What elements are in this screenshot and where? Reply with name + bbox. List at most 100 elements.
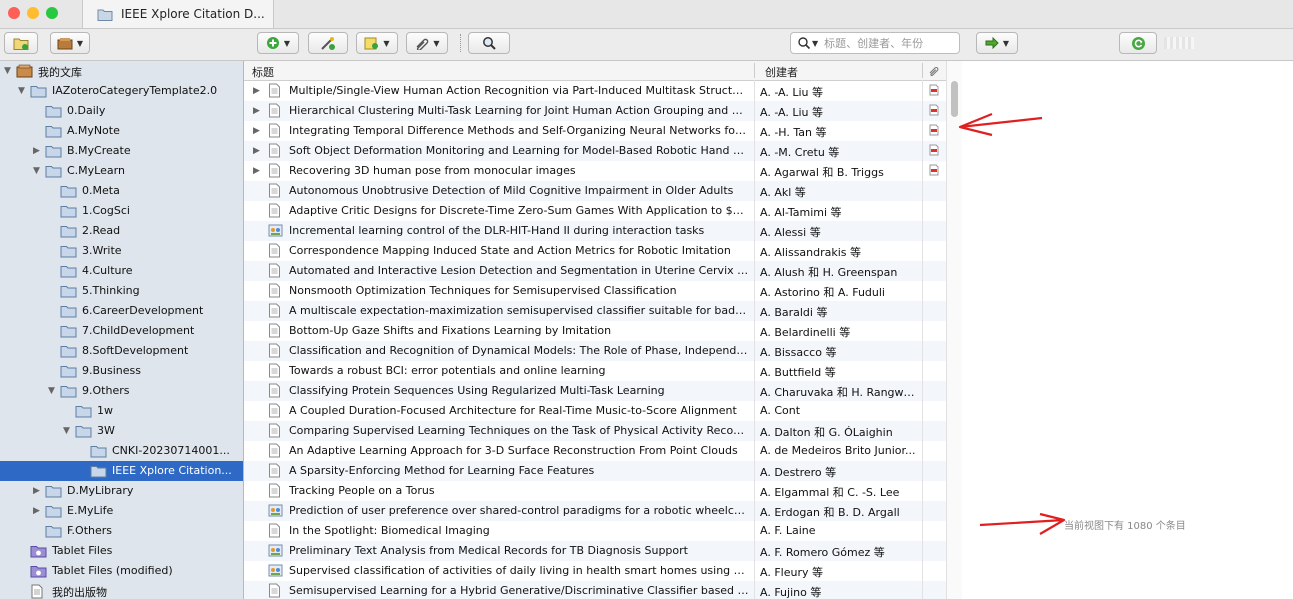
pdf-icon[interactable]: [929, 104, 939, 119]
minimize-window-button[interactable]: [27, 7, 39, 19]
table-row[interactable]: A Coupled Duration-Focused Architecture …: [244, 401, 946, 421]
table-row[interactable]: Adaptive Critic Designs for Discrete-Tim…: [244, 201, 946, 221]
add-by-identifier-button[interactable]: [308, 32, 348, 54]
zoom-window-button[interactable]: [46, 7, 58, 19]
collection-label: B.MyCreate: [67, 144, 131, 157]
pdf-icon[interactable]: [929, 164, 939, 179]
table-row[interactable]: A multiscale expectation-maximization se…: [244, 301, 946, 321]
items-pane: 标题 创建者 ▶ Multiple/Single-View Human Actio…: [244, 61, 946, 599]
expand-twisty-icon[interactable]: ▶: [253, 166, 260, 176]
collection-item[interactable]: 8.SoftDevelopment: [0, 341, 243, 361]
add-attachment-button[interactable]: ▼: [406, 32, 448, 54]
table-row[interactable]: Classifying Protein Sequences Using Regu…: [244, 381, 946, 401]
table-row[interactable]: Semisupervised Learning for a Hybrid Gen…: [244, 581, 946, 599]
attachment-column-icon[interactable]: [928, 65, 939, 76]
table-row[interactable]: Prediction of user preference over share…: [244, 501, 946, 521]
collection-item[interactable]: Tablet Files (modified): [0, 561, 243, 581]
collection-item[interactable]: 7.ChildDevelopment: [0, 321, 243, 341]
collection-item[interactable]: CNKI-20230714001...: [0, 441, 243, 461]
table-row[interactable]: Nonsmooth Optimization Techniques for Se…: [244, 281, 946, 301]
table-row[interactable]: ▶ Multiple/Single-View Human Action Recog…: [244, 81, 946, 101]
new-item-button[interactable]: ▼: [257, 32, 299, 54]
expand-twisty-icon[interactable]: ▶: [253, 126, 260, 136]
new-collection-button[interactable]: [4, 32, 38, 54]
collection-item[interactable]: ▼ 9.Others: [0, 381, 243, 401]
items-scrollbar[interactable]: [946, 61, 963, 599]
collection-item[interactable]: 6.CareerDevelopment: [0, 301, 243, 321]
expand-twisty-icon[interactable]: ▶: [253, 146, 260, 156]
collapse-twisty-icon[interactable]: ▼: [18, 86, 25, 96]
table-row[interactable]: Comparing Supervised Learning Techniques…: [244, 421, 946, 441]
item-creator: A. Buttfield 等: [760, 366, 836, 379]
collection-item[interactable]: 0.Meta: [0, 181, 243, 201]
new-note-button[interactable]: ▼: [356, 32, 398, 54]
scrollbar-thumb[interactable]: [951, 81, 958, 117]
table-row[interactable]: Incremental learning control of the DLR-…: [244, 221, 946, 241]
table-row[interactable]: Correspondence Mapping Induced State and…: [244, 241, 946, 261]
collection-item[interactable]: 2.Read: [0, 221, 243, 241]
expand-twisty-icon[interactable]: ▶: [33, 146, 40, 156]
collection-item[interactable]: ▼ 我的文库: [0, 61, 243, 81]
table-row[interactable]: Bottom-Up Gaze Shifts and Fixations Lear…: [244, 321, 946, 341]
table-row[interactable]: Tracking People on a Torus A. Elgammal 和 …: [244, 481, 946, 501]
collection-item[interactable]: F.Others: [0, 521, 243, 541]
table-row[interactable]: In the Spotlight: Biomedical Imaging A. F…: [244, 521, 946, 541]
item-creator: A. Alissandrakis 等: [760, 246, 862, 259]
column-header-title[interactable]: 标题: [252, 64, 274, 80]
table-row[interactable]: Automated and Interactive Lesion Detecti…: [244, 261, 946, 281]
table-row[interactable]: ▶ Recovering 3D human pose from monocular…: [244, 161, 946, 181]
collection-item[interactable]: 9.Business: [0, 361, 243, 381]
collection-item[interactable]: 5.Thinking: [0, 281, 243, 301]
conference-paper-icon: [268, 543, 283, 561]
locate-button[interactable]: ▼: [976, 32, 1018, 54]
table-row[interactable]: Preliminary Text Analysis from Medical R…: [244, 541, 946, 561]
table-row[interactable]: ▶ Integrating Temporal Difference Methods…: [244, 121, 946, 141]
collection-item[interactable]: 1w: [0, 401, 243, 421]
collection-item[interactable]: 1.CogSci: [0, 201, 243, 221]
collection-item[interactable]: A.MyNote: [0, 121, 243, 141]
collection-item[interactable]: 0.Daily: [0, 101, 243, 121]
table-row[interactable]: Classification and Recognition of Dynami…: [244, 341, 946, 361]
pdf-icon[interactable]: [929, 124, 939, 139]
close-window-button[interactable]: [8, 7, 20, 19]
table-row[interactable]: An Adaptive Learning Approach for 3-D Su…: [244, 441, 946, 461]
collection-item[interactable]: ▶ E.MyLife: [0, 501, 243, 521]
expand-twisty-icon[interactable]: ▶: [33, 506, 40, 516]
pdf-icon[interactable]: [929, 84, 939, 99]
search-input[interactable]: [822, 35, 947, 51]
expand-twisty-icon[interactable]: ▶: [253, 106, 260, 116]
table-row[interactable]: ▶ Hierarchical Clustering Multi-Task Lear…: [244, 101, 946, 121]
search-field[interactable]: ▼: [790, 32, 960, 54]
collection-item[interactable]: 我的出版物: [0, 581, 243, 599]
collection-item[interactable]: Tablet Files: [0, 541, 243, 561]
collapse-twisty-icon[interactable]: ▼: [33, 166, 40, 176]
column-separator[interactable]: [922, 63, 923, 78]
table-row[interactable]: Supervised classification of activities …: [244, 561, 946, 581]
collapse-twisty-icon[interactable]: ▼: [63, 426, 70, 436]
tab-collection[interactable]: IEEE Xplore Citation D...: [82, 0, 274, 28]
collection-item[interactable]: ▼ 3W: [0, 421, 243, 441]
collection-item[interactable]: ▶ B.MyCreate: [0, 141, 243, 161]
expand-twisty-icon[interactable]: ▶: [33, 486, 40, 496]
collection-item[interactable]: ▼ C.MyLearn: [0, 161, 243, 181]
collapse-twisty-icon[interactable]: ▼: [48, 386, 55, 396]
collection-item[interactable]: 4.Culture: [0, 261, 243, 281]
sync-button[interactable]: [1119, 32, 1157, 54]
table-row[interactable]: Towards a robust BCI: error potentials a…: [244, 361, 946, 381]
column-header-creator[interactable]: 创建者: [765, 64, 798, 80]
collection-item[interactable]: ▼ IAZoteroCategeryTemplate2.0: [0, 81, 243, 101]
collection-item[interactable]: 3.Write: [0, 241, 243, 261]
table-row[interactable]: Autonomous Unobtrusive Detection of Mild…: [244, 181, 946, 201]
table-row[interactable]: A Sparsity-Enforcing Method for Learning…: [244, 461, 946, 481]
table-row[interactable]: ▶ Soft Object Deformation Monitoring and …: [244, 141, 946, 161]
collection-item[interactable]: ▶ D.MyLibrary: [0, 481, 243, 501]
advanced-search-button[interactable]: [468, 32, 510, 54]
pdf-icon[interactable]: [929, 144, 939, 159]
item-title: Nonsmooth Optimization Techniques for Se…: [289, 284, 677, 297]
column-separator[interactable]: [754, 63, 755, 78]
collapse-twisty-icon[interactable]: ▼: [4, 66, 11, 76]
expand-twisty-icon[interactable]: ▶: [253, 86, 260, 96]
search-mode-chevron-icon[interactable]: ▼: [812, 39, 818, 48]
collection-item[interactable]: IEEE Xplore Citation...: [0, 461, 243, 481]
new-library-button[interactable]: ▼: [50, 32, 90, 54]
